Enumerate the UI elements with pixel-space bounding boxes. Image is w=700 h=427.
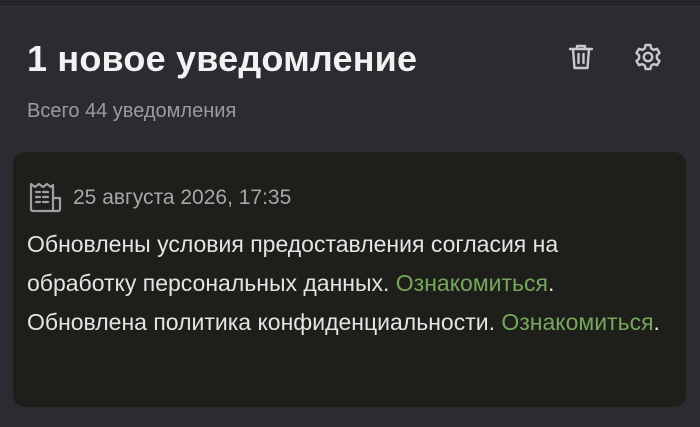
gear-icon bbox=[633, 42, 663, 77]
settings-button[interactable] bbox=[631, 42, 665, 76]
notifications-header: 1 новое уведомление bbox=[27, 38, 673, 88]
top-divider bbox=[0, 0, 700, 7]
document-icon bbox=[27, 180, 63, 216]
notification-text: Обновлены условия предоставления согласи… bbox=[27, 225, 667, 342]
period: . bbox=[653, 309, 660, 335]
read-privacy-policy-link[interactable]: Ознакомиться bbox=[501, 309, 653, 335]
notification-line-2: Обновлена политика конфиденциальности. bbox=[27, 309, 502, 335]
period: . bbox=[547, 270, 555, 296]
page-title: 1 новое уведомление bbox=[27, 38, 418, 79]
read-terms-link[interactable]: Ознакомиться bbox=[396, 270, 548, 296]
notification-header: 25 августа 2026, 17:35 bbox=[27, 180, 291, 216]
notifications-count: Всего 44 уведомления bbox=[27, 100, 237, 122]
trash-icon bbox=[567, 42, 595, 77]
notification-card: 25 августа 2026, 17:35 Обновлены условия… bbox=[13, 152, 686, 407]
delete-button[interactable] bbox=[564, 42, 598, 76]
notification-date: 25 августа 2026, 17:35 bbox=[73, 186, 292, 209]
